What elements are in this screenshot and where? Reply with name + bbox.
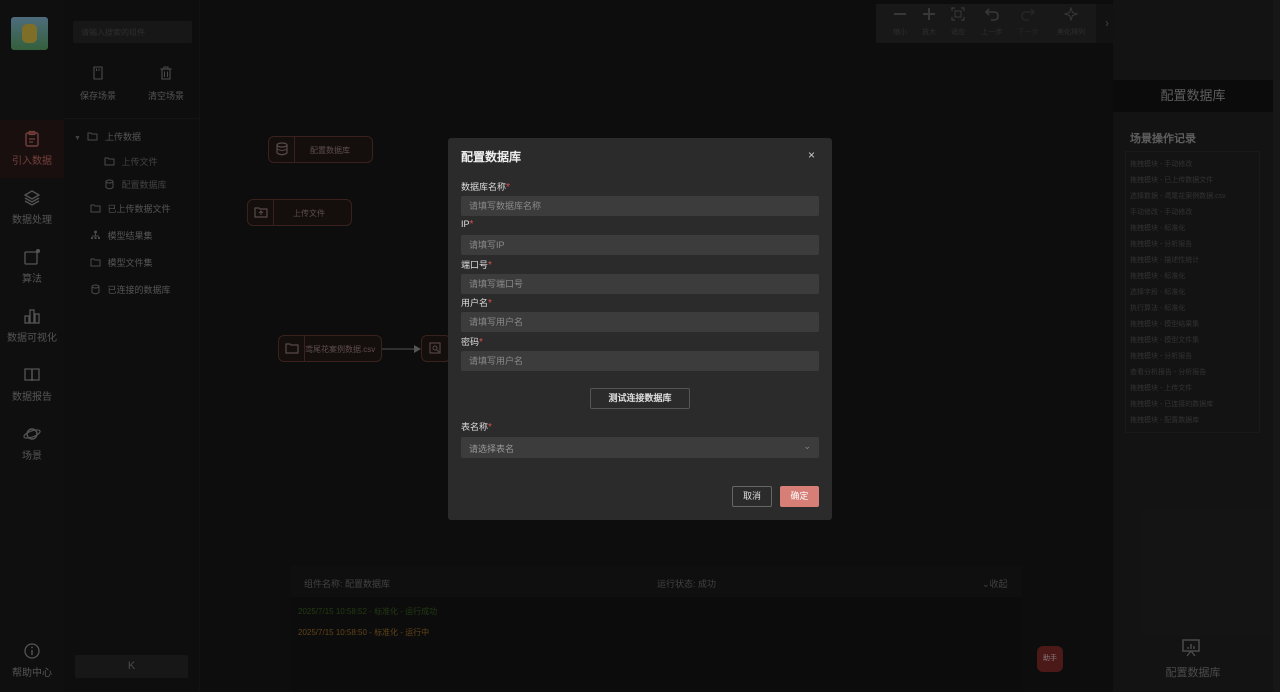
- username-input[interactable]: [461, 312, 819, 332]
- test-connection-button[interactable]: 测试连接数据库: [590, 388, 690, 409]
- table-name-label: 表名称*: [461, 422, 492, 433]
- cancel-button[interactable]: 取消: [732, 486, 772, 507]
- db-name-input[interactable]: [461, 196, 819, 216]
- chevron-down-icon: ⌄: [803, 441, 811, 451]
- table-name-select[interactable]: 请选择表名 ⌄: [461, 437, 819, 458]
- db-name-label: 数据库名称*: [461, 182, 510, 193]
- close-icon[interactable]: ×: [808, 148, 815, 162]
- required-mark: *: [479, 337, 483, 348]
- password-input[interactable]: [461, 351, 819, 371]
- app-root: 引入数据 数据处理 算法 数据可视化 数据报告 场景 帮助中心 请输入搜索的组件: [0, 0, 1280, 692]
- required-mark: *: [488, 422, 492, 433]
- dialog-title: 配置数据库: [461, 150, 522, 164]
- password-label: 密码*: [461, 337, 483, 348]
- port-label: 端口号*: [461, 260, 492, 271]
- required-mark: *: [488, 298, 492, 309]
- required-mark: *: [488, 260, 492, 271]
- required-mark: *: [469, 219, 474, 230]
- username-label: 用户名*: [461, 298, 492, 309]
- config-db-dialog: 配置数据库 × 数据库名称* IP* 端口号* 用户名* 密码* 测试连接数据库…: [448, 138, 832, 520]
- port-input[interactable]: [461, 274, 819, 294]
- confirm-button[interactable]: 确定: [780, 486, 819, 507]
- required-mark: *: [506, 182, 510, 193]
- select-placeholder: 请选择表名: [469, 444, 515, 454]
- ip-input[interactable]: [461, 235, 819, 255]
- ip-label: IP*: [461, 219, 474, 230]
